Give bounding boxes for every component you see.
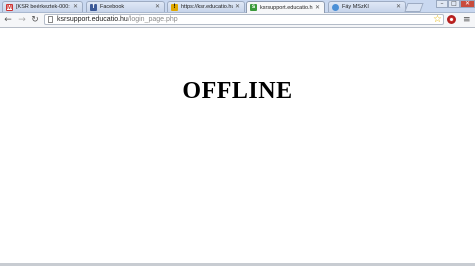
warning-icon: ! bbox=[171, 3, 178, 11]
extension-icon[interactable] bbox=[447, 15, 456, 24]
url-path: /login_page.php bbox=[127, 16, 178, 23]
tab-facebook[interactable]: f Facebook ✕ bbox=[86, 1, 165, 12]
globe-icon bbox=[332, 3, 339, 11]
url-host: ksrsupport.educatio.hu bbox=[57, 16, 128, 23]
minimize-button[interactable]: – bbox=[436, 0, 448, 8]
page-content: OFFLINE bbox=[0, 28, 475, 264]
facebook-icon: f bbox=[90, 3, 97, 11]
tab-title: https://ksr.educatio.hu bbox=[181, 4, 233, 10]
tab-title: Facebook bbox=[100, 4, 125, 10]
close-icon[interactable]: ✕ bbox=[235, 4, 241, 10]
arrow-right-icon: → bbox=[18, 15, 26, 25]
menu-icon[interactable]: ≡ bbox=[463, 14, 471, 26]
browser-toolbar: ← → ↻ ksrsupport.educatio.hu/login_page.… bbox=[0, 13, 475, 28]
new-tab-button[interactable] bbox=[404, 3, 424, 12]
address-bar[interactable]: ksrsupport.educatio.hu/login_page.php bbox=[44, 14, 444, 25]
page-icon bbox=[48, 16, 53, 23]
tab-strip: M [KSR beérkeztek-000: ✕ f Facebook ✕ ! … bbox=[0, 0, 475, 13]
offline-heading: OFFLINE bbox=[182, 78, 293, 104]
close-icon[interactable]: ✕ bbox=[315, 4, 321, 11]
tab-title: [KSR beérkeztek-000: bbox=[16, 4, 70, 10]
reload-icon: ↻ bbox=[31, 15, 39, 25]
maximize-button[interactable]: □ bbox=[448, 0, 460, 8]
forward-button[interactable]: → bbox=[17, 14, 27, 26]
tab-ksr-educatio[interactable]: ! https://ksr.educatio.hu ✕ bbox=[167, 1, 245, 12]
tab-fay-mszki[interactable]: Fáy MSzKI ✕ bbox=[328, 1, 406, 12]
tab-title: ksrsupport.educatio.hu bbox=[260, 4, 313, 11]
close-icon[interactable]: ✕ bbox=[396, 4, 402, 10]
url-text: ksrsupport.educatio.hu/login_page.php bbox=[57, 16, 178, 23]
back-button[interactable]: ← bbox=[3, 14, 13, 26]
tab-title: Fáy MSzKI bbox=[342, 4, 369, 10]
close-icon[interactable]: ✕ bbox=[73, 4, 79, 10]
tab-ksrsupport[interactable]: s ksrsupport.educatio.hu ✕ bbox=[246, 1, 325, 13]
star-icon[interactable]: ☆ bbox=[433, 14, 442, 26]
tab-gmail[interactable]: M [KSR beérkeztek-000: ✕ bbox=[2, 1, 83, 12]
gmail-icon: M bbox=[6, 3, 13, 11]
support-icon: s bbox=[250, 4, 257, 11]
arrow-left-icon: ← bbox=[4, 15, 12, 25]
close-window-button[interactable]: ✕ bbox=[460, 0, 475, 8]
reload-button[interactable]: ↻ bbox=[30, 14, 40, 26]
close-icon[interactable]: ✕ bbox=[155, 4, 161, 10]
